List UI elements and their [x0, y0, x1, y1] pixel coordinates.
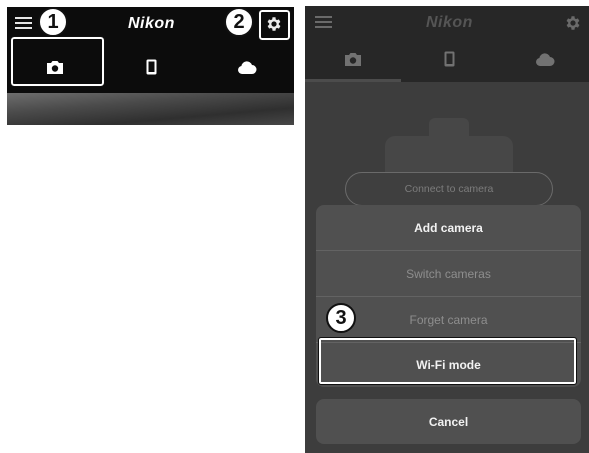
smartphone-icon [444, 51, 454, 67]
cancel-button[interactable]: Cancel [316, 399, 581, 444]
brand-logo: Nikon [128, 15, 175, 32]
callout-three: 3 [326, 303, 356, 333]
camera-view-area [7, 93, 294, 125]
cloud-icon [237, 60, 256, 74]
smartphone-icon [146, 59, 156, 75]
tab-smart-device[interactable] [401, 40, 497, 78]
switch-cameras-option[interactable]: Switch cameras [316, 251, 581, 296]
add-camera-option[interactable]: Add camera [316, 205, 581, 250]
tab-smart-device[interactable] [103, 41, 199, 93]
gear-icon[interactable] [564, 14, 582, 37]
right-screen: Nikon Connect to camera Add camera Switc… [305, 6, 589, 453]
tab-cloud[interactable] [497, 40, 589, 78]
tab-bar [305, 40, 589, 82]
tab-cloud[interactable] [199, 41, 294, 93]
hamburger-menu-icon[interactable] [15, 17, 32, 30]
hamburger-menu-icon[interactable] [315, 16, 332, 29]
camera-tab-highlight [10, 36, 105, 87]
callout-one: 1 [38, 7, 68, 37]
connect-to-camera-button[interactable]: Connect to camera [345, 172, 553, 206]
tab-camera[interactable] [305, 40, 401, 78]
settings-highlight [258, 9, 291, 41]
wifi-mode-highlight [318, 337, 577, 385]
camera-icon [345, 52, 361, 66]
callout-two: 2 [224, 7, 254, 37]
brand-logo: Nikon [426, 14, 473, 31]
cloud-icon [536, 52, 555, 66]
app-header: Nikon [305, 6, 589, 40]
